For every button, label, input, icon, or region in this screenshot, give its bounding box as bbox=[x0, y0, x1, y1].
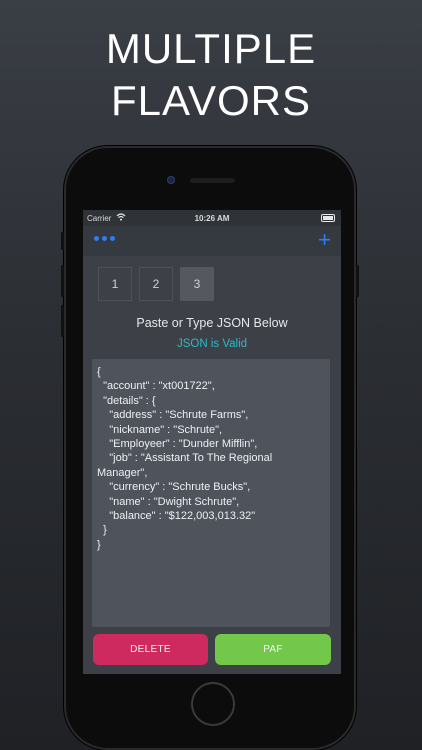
phone-side-button bbox=[61, 232, 64, 250]
plus-icon[interactable]: + bbox=[318, 228, 331, 252]
flavor-tabs: 1 2 3 bbox=[98, 267, 214, 301]
prompt-label: Paste or Type JSON Below bbox=[136, 316, 288, 330]
delete-button[interactable]: DELETE bbox=[93, 634, 208, 665]
paf-button[interactable]: PAF bbox=[215, 634, 331, 665]
json-content[interactable]: { "account" : "xt001722", "details" : { … bbox=[97, 365, 325, 552]
tab-2[interactable]: 2 bbox=[139, 267, 173, 301]
phone-volume-down bbox=[61, 305, 64, 337]
status-bar: Carrier 10:26 AM bbox=[83, 210, 341, 226]
phone-volume-up bbox=[61, 265, 64, 297]
front-camera bbox=[167, 176, 175, 184]
tab-1[interactable]: 1 bbox=[98, 267, 132, 301]
app-screen: Carrier 10:26 AM + 1 2 3 Paste or Type J… bbox=[83, 210, 341, 674]
validation-status: JSON is Valid bbox=[176, 338, 248, 350]
headline-line-2: FLAVORS bbox=[111, 77, 311, 124]
json-text-area[interactable]: { "account" : "xt001722", "details" : { … bbox=[92, 359, 330, 627]
battery-icon bbox=[321, 214, 335, 222]
tab-3[interactable]: 3 bbox=[180, 267, 214, 301]
headline-line-1: MULTIPLE bbox=[105, 25, 317, 72]
earpiece-speaker bbox=[190, 178, 235, 183]
phone-power-button bbox=[356, 265, 359, 297]
home-button[interactable] bbox=[191, 682, 235, 726]
nav-bar: + bbox=[83, 226, 341, 256]
more-dots-icon[interactable] bbox=[94, 236, 115, 241]
status-time: 10:26 AM bbox=[194, 214, 230, 223]
